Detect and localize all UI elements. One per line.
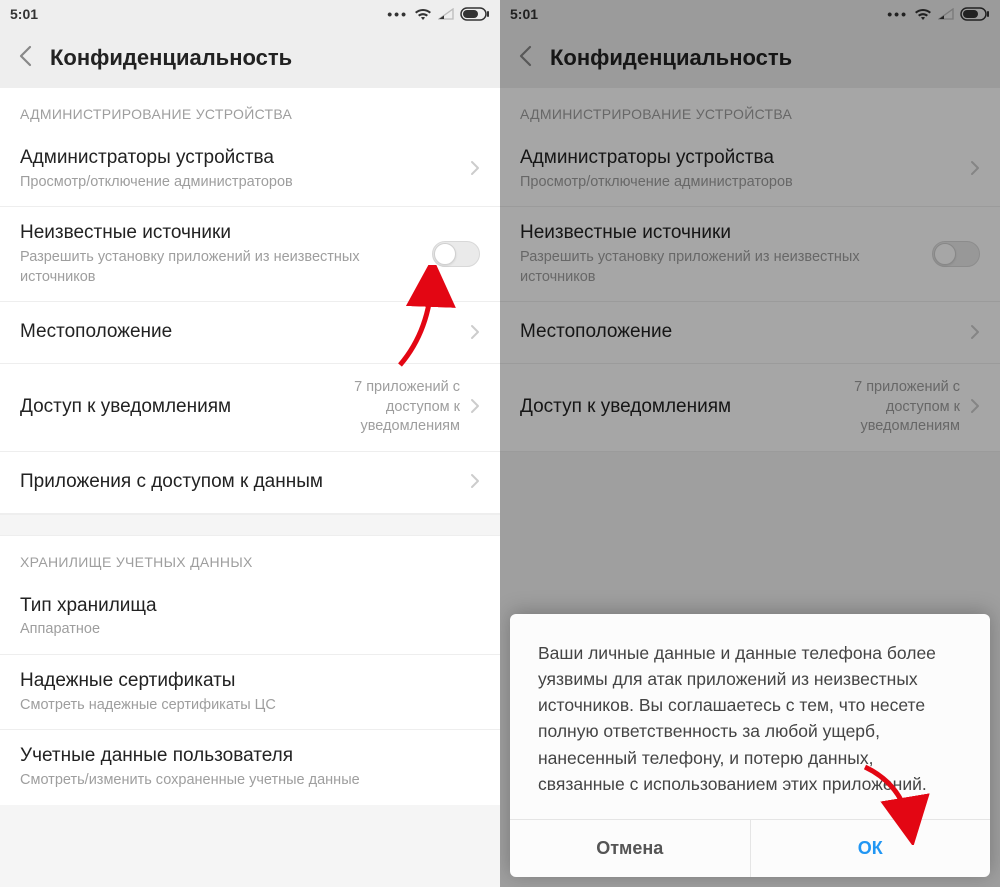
screen-right: 5:01 ••• Конфиденциальность АДМИНИСТРИРО… xyxy=(500,0,1000,887)
row-title: Неизвестные источники xyxy=(20,221,432,246)
row-trusted-certs[interactable]: Надежные сертификаты Смотреть надежные с… xyxy=(0,655,500,730)
chevron-right-icon xyxy=(470,322,480,344)
confirm-dialog: Ваши личные данные и данные телефона бол… xyxy=(510,614,990,878)
row-user-creds[interactable]: Учетные данные пользователя Смотреть/изм… xyxy=(0,730,500,804)
row-storage-type[interactable]: Тип хранилища Аппаратное xyxy=(0,580,500,655)
section-admin-label: АДМИНИСТРИРОВАНИЕ УСТРОЙСТВА xyxy=(0,88,500,132)
row-title: Приложения с доступом к данным xyxy=(20,470,470,495)
page-title: Конфиденциальность xyxy=(50,45,292,71)
status-time: 5:01 xyxy=(10,6,38,22)
screen-left: 5:01 ••• Конфиденциальность АДМИНИСТРИРО… xyxy=(0,0,500,887)
ok-button[interactable]: ОК xyxy=(751,820,991,877)
row-data-access[interactable]: Приложения с доступом к данным xyxy=(0,452,500,514)
row-sub: Смотреть/изменить сохраненные учетные да… xyxy=(20,771,480,791)
row-device-admins[interactable]: Администраторы устройства Просмотр/отклю… xyxy=(0,132,500,207)
row-location[interactable]: Местоположение xyxy=(0,302,500,364)
status-bar: 5:01 ••• xyxy=(0,0,500,28)
row-title: Местоположение xyxy=(20,320,470,345)
row-title: Администраторы устройства xyxy=(20,146,470,171)
row-sub: Смотреть надежные сертификаты ЦС xyxy=(20,696,480,716)
dialog-body: Ваши личные данные и данные телефона бол… xyxy=(510,614,990,820)
cancel-button[interactable]: Отмена xyxy=(510,820,751,877)
row-sub: Просмотр/отключение администраторов xyxy=(20,173,470,193)
section-storage-label: ХРАНИЛИЩЕ УЧЕТНЫХ ДАННЫХ xyxy=(0,536,500,580)
signal-icon xyxy=(438,8,454,20)
header: Конфиденциальность xyxy=(0,28,500,88)
back-icon[interactable] xyxy=(18,45,32,71)
dialog-buttons: Отмена ОК xyxy=(510,819,990,877)
row-sub: Разрешить установку приложений из неизве… xyxy=(20,248,432,287)
battery-icon xyxy=(460,7,490,21)
chevron-right-icon xyxy=(470,158,480,180)
row-sub: Аппаратное xyxy=(20,620,480,640)
row-title: Тип хранилища xyxy=(20,594,480,619)
chevron-right-icon xyxy=(470,396,480,418)
row-unknown-sources[interactable]: Неизвестные источники Разрешить установк… xyxy=(0,207,500,302)
chevron-right-icon xyxy=(470,471,480,493)
more-icon: ••• xyxy=(387,6,408,22)
row-title: Надежные сертификаты xyxy=(20,669,480,694)
row-notification-access[interactable]: Доступ к уведомлениям 7 приложений с дос… xyxy=(0,364,500,452)
status-icons: ••• xyxy=(387,6,490,22)
row-title: Учетные данные пользователя xyxy=(20,744,480,769)
row-value: 7 приложений с доступом к уведомлениям xyxy=(310,378,460,437)
wifi-icon xyxy=(414,7,432,21)
section-gap xyxy=(0,514,500,536)
toggle-knob xyxy=(434,243,456,265)
row-title: Доступ к уведомлениям xyxy=(20,395,310,420)
unknown-sources-toggle[interactable] xyxy=(432,241,480,267)
settings-list: АДМИНИСТРИРОВАНИЕ УСТРОЙСТВА Администрат… xyxy=(0,88,500,805)
